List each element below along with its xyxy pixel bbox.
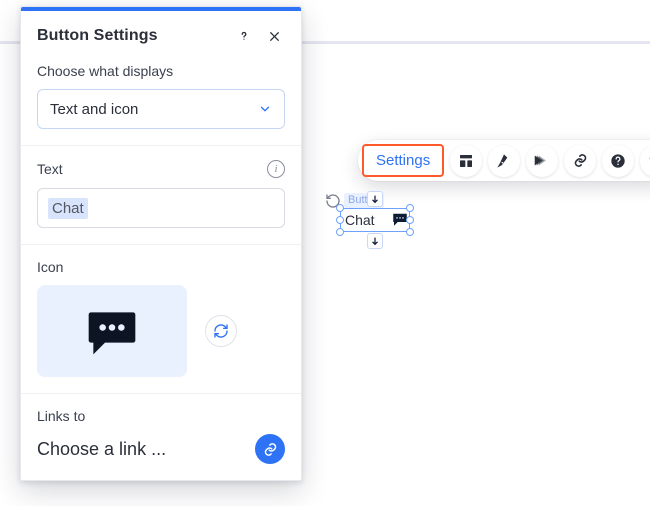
toolbar-settings-button[interactable]: Settings [362, 144, 444, 177]
arrow-down-icon [370, 194, 380, 204]
info-icon: i [274, 163, 277, 175]
display-select-value: Text and icon [50, 101, 258, 118]
text-label: Text [37, 161, 63, 177]
toolbar-more-button[interactable] [640, 145, 650, 177]
toolbar-link-button[interactable] [564, 145, 596, 177]
section-icon: Icon [21, 244, 301, 393]
arrow-down-icon [370, 236, 380, 246]
section-links: Links to Choose a link ... [21, 393, 301, 480]
close-button[interactable] [263, 25, 285, 47]
section-text: Text i Chat [21, 145, 301, 244]
button-settings-panel: Button Settings Choose what displays Tex… [20, 6, 302, 481]
link-icon [573, 153, 588, 168]
text-input[interactable]: Chat [37, 188, 285, 228]
resize-handle-tl[interactable] [336, 204, 344, 212]
element-toolbar: Settings [358, 140, 650, 181]
spacing-handle-top[interactable] [367, 191, 383, 207]
display-select[interactable]: Text and icon [37, 89, 285, 129]
resize-handle-br[interactable] [406, 228, 414, 236]
toolbar-design-button[interactable] [488, 145, 520, 177]
resize-handle-ml[interactable] [336, 216, 344, 224]
display-label: Choose what displays [37, 63, 285, 79]
chat-bubble-icon [79, 303, 145, 359]
help-icon [237, 29, 251, 43]
replace-icon-button[interactable] [205, 315, 237, 347]
spacing-handle-bottom[interactable] [367, 233, 383, 249]
section-display: Choose what displays Text and icon [21, 59, 301, 145]
toolbar-layout-button[interactable] [450, 145, 482, 177]
toolbar-animation-button[interactable] [526, 145, 558, 177]
resize-handle-mr[interactable] [406, 216, 414, 224]
links-label: Links to [37, 408, 285, 424]
text-info-button[interactable]: i [267, 160, 285, 178]
canvas-selected-element[interactable]: Button Chat [340, 190, 410, 232]
resize-handle-bl[interactable] [336, 228, 344, 236]
pen-nib-icon [496, 153, 512, 169]
animation-icon [534, 152, 551, 169]
link-icon [263, 442, 278, 457]
element-text: Chat [345, 212, 391, 228]
element-bounding-box[interactable]: Chat [340, 208, 410, 232]
help-filled-icon [610, 153, 626, 169]
help-button[interactable] [233, 25, 255, 47]
icon-label: Icon [37, 259, 285, 275]
icon-preview[interactable] [37, 285, 187, 377]
close-icon [268, 30, 281, 43]
refresh-icon [213, 323, 229, 339]
choose-link-button[interactable] [255, 434, 285, 464]
links-value[interactable]: Choose a link ... [37, 439, 255, 460]
toolbar-help-button[interactable] [602, 145, 634, 177]
chevron-down-icon [258, 102, 272, 116]
panel-header: Button Settings [21, 11, 301, 59]
panel-title: Button Settings [37, 27, 233, 45]
resize-handle-tr[interactable] [406, 204, 414, 212]
text-input-value: Chat [48, 198, 88, 219]
layout-icon [458, 153, 474, 169]
